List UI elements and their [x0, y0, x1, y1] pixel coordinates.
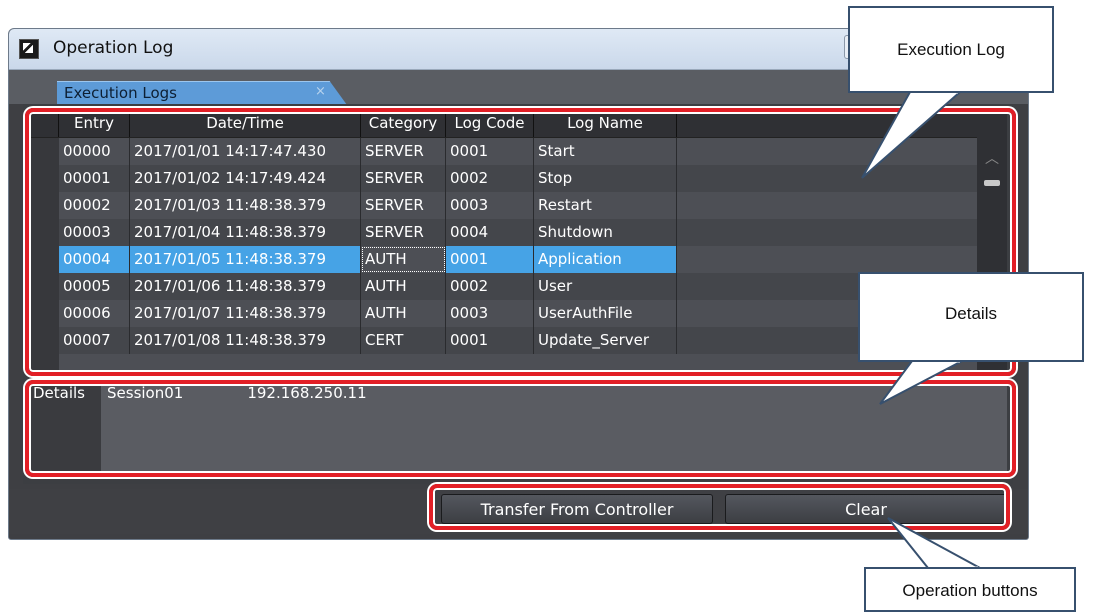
callout-execution-log: Execution Log	[848, 6, 1054, 93]
callout-operation-buttons: Operation buttons	[864, 567, 1076, 612]
callout-operation-buttons-text: Operation buttons	[902, 581, 1038, 600]
operation-buttons-pointer	[887, 517, 981, 569]
details-pointer	[879, 360, 963, 405]
execution-log-pointer	[861, 91, 963, 179]
callout-execution-log-text: Execution Log	[897, 40, 1005, 59]
callout-details-text: Details	[945, 304, 997, 323]
callout-details: Details	[858, 272, 1084, 362]
